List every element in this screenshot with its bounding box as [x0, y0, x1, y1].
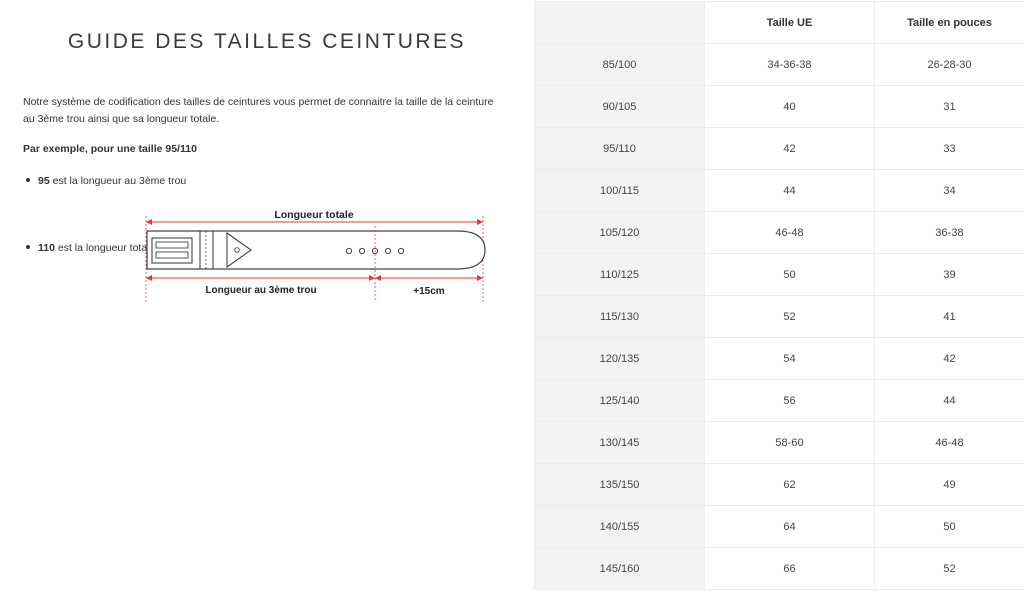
inch-size-cell: 42	[874, 337, 1024, 380]
inch-size-cell: 39	[874, 253, 1024, 296]
bullet-strong: 95	[38, 175, 50, 187]
table-row: 125/140 56 44	[534, 379, 1024, 422]
inch-size-cell: 49	[874, 463, 1024, 506]
arrow-left-icon	[375, 275, 381, 281]
inch-size-cell: 41	[874, 295, 1024, 338]
bullet-dot-icon	[26, 178, 30, 183]
size-code-cell: 130/145	[534, 421, 705, 464]
size-code-cell: 110/125	[534, 253, 705, 296]
table-row: 105/120 46-48 36-38	[534, 211, 1024, 254]
inch-size-cell: 52	[874, 547, 1024, 590]
total-length-label: Longueur totale	[274, 209, 353, 221]
size-code-cell: 145/160	[534, 547, 705, 590]
table-row: 90/105 40 31	[534, 85, 1024, 128]
intro-paragraph: Notre système de codification des taille…	[23, 96, 494, 125]
eu-size-cell: 66	[704, 547, 875, 590]
inch-size-cell: 34	[874, 169, 1024, 212]
eu-size-cell: 50	[704, 253, 875, 296]
arrow-right-icon	[369, 275, 375, 281]
size-guide-panel: GUIDE DES TAILLES CEINTURES Notre systèm…	[0, 0, 530, 608]
inch-size-cell: 46-48	[874, 421, 1024, 464]
size-code-cell: 95/110	[534, 127, 705, 170]
table-row: 140/155 64 50	[534, 505, 1024, 548]
size-code-cell: 125/140	[534, 379, 705, 422]
example-heading: Par exemple, pour une taille 95/110	[23, 143, 197, 155]
belt-body	[146, 230, 486, 270]
size-code-cell: 105/120	[534, 211, 705, 254]
eu-size-cell: 54	[704, 337, 875, 380]
inch-size-cell: 26-28-30	[874, 43, 1024, 86]
bullet-item: 95 est la longueur au 3ème trou	[23, 175, 186, 187]
eu-size-cell: 34-36-38	[704, 43, 875, 86]
table-row: 95/110 42 33	[534, 127, 1024, 170]
table-row: 135/150 62 49	[534, 463, 1024, 506]
eu-size-cell: 46-48	[704, 211, 875, 254]
size-code-cell: 115/130	[534, 295, 705, 338]
arrow-right-icon	[477, 275, 483, 281]
eu-size-cell: 40	[704, 85, 875, 128]
eu-size-cell: 42	[704, 127, 875, 170]
arrow-left-icon	[146, 219, 152, 225]
inch-size-cell: 33	[874, 127, 1024, 170]
belt-diagram: Longueur totale Longueur au 3ème trou +1…	[145, 209, 486, 302]
table-header-row: Taille UE Taille en pouces	[534, 1, 1024, 44]
table-header-cell	[534, 1, 705, 44]
size-code-cell: 135/150	[534, 463, 705, 506]
table-row: 100/115 44 34	[534, 169, 1024, 212]
bullet-dot-icon	[26, 245, 30, 250]
table-header-cell: Taille UE	[704, 1, 875, 44]
size-table: Taille UE Taille en pouces 85/100 34-36-3…	[534, 1, 1024, 590]
bullet-strong: 110	[38, 242, 55, 254]
eu-size-cell: 52	[704, 295, 875, 338]
inch-size-cell: 44	[874, 379, 1024, 422]
size-code-cell: 100/115	[534, 169, 705, 212]
page-title: GUIDE DES TAILLES CEINTURES	[67, 30, 467, 53]
arrow-left-icon	[146, 275, 152, 281]
inch-size-cell: 36-38	[874, 211, 1024, 254]
eu-size-cell: 44	[704, 169, 875, 212]
eu-size-cell: 56	[704, 379, 875, 422]
table-row: 120/135 54 42	[534, 337, 1024, 380]
eu-size-cell: 64	[704, 505, 875, 548]
inch-size-cell: 50	[874, 505, 1024, 548]
size-code-cell: 140/155	[534, 505, 705, 548]
bullet-item: 110 est la longueur total	[23, 242, 150, 254]
eu-size-cell: 62	[704, 463, 875, 506]
table-row: 115/130 52 41	[534, 295, 1024, 338]
eu-size-cell: 58-60	[704, 421, 875, 464]
size-code-cell: 90/105	[534, 85, 705, 128]
bullet-text: est la longueur total	[54, 242, 150, 254]
third-hole-length-label: Longueur au 3ème trou	[205, 285, 316, 296]
table-row: 85/100 34-36-38 26-28-30	[534, 43, 1024, 86]
inch-size-cell: 31	[874, 85, 1024, 128]
size-code-cell: 120/135	[534, 337, 705, 380]
extra-length-label: +15cm	[413, 286, 445, 297]
arrow-right-icon	[477, 219, 483, 225]
table-row: 110/125 50 39	[534, 253, 1024, 296]
table-row: 145/160 66 52	[534, 547, 1024, 590]
size-code-cell: 85/100	[534, 43, 705, 86]
table-header-cell: Taille en pouces	[874, 1, 1024, 44]
bullet-text: est la longueur au 3ème trou	[49, 175, 187, 187]
table-row: 130/145 58-60 46-48	[534, 421, 1024, 464]
